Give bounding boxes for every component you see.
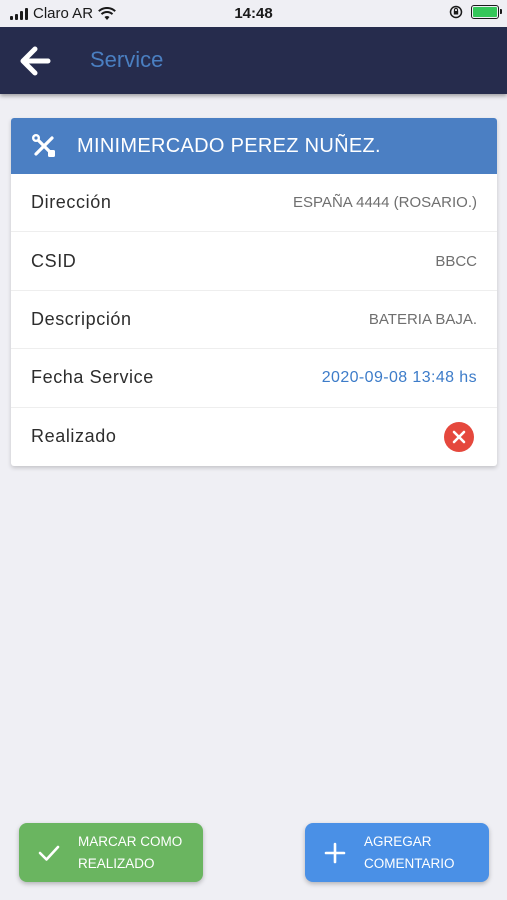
card-header: MINIMERCADO PEREZ NUÑEZ. — [11, 118, 497, 174]
plus-icon — [324, 842, 346, 863]
row-label: Dirección — [31, 192, 112, 213]
status-bar: Claro AR 14:48 — [0, 0, 507, 27]
card-title: MINIMERCADO PEREZ NUÑEZ. — [77, 134, 381, 157]
orientation-lock-icon — [449, 5, 463, 19]
mark-done-label: MARCAR COMO REALIZADO — [78, 831, 182, 875]
close-circle-icon — [444, 421, 474, 452]
mark-done-line2: REALIZADO — [78, 855, 155, 871]
add-comment-line2: COMENTARIO — [364, 855, 455, 871]
row-label: Fecha Service — [31, 367, 154, 388]
status-right — [449, 5, 502, 19]
row-realizado: Realizado — [11, 408, 497, 466]
mark-done-line1: MARCAR COMO — [78, 833, 183, 849]
add-comment-label: AGREGAR COMENTARIO — [364, 831, 455, 875]
row-csid: CSID BBCC — [11, 232, 497, 291]
row-direccion: Dirección ESPAÑA 4444 (ROSARIO.) — [11, 174, 497, 233]
service-date-link[interactable]: 2020-09-08 13:48 hs — [322, 369, 477, 387]
top-bar: Claro AR 14:48 Service — [0, 0, 507, 94]
row-value: ESPAÑA 4444 (ROSARIO.) — [293, 194, 477, 212]
row-label: Descripción — [31, 308, 132, 329]
back-button[interactable] — [18, 44, 52, 78]
battery-icon — [471, 5, 502, 19]
arrow-left-icon — [20, 46, 51, 76]
row-fecha-service: Fecha Service 2020-09-08 13:48 hs — [11, 349, 497, 408]
nav-bar: Service — [0, 27, 507, 94]
row-descripcion: Descripción BATERIA BAJA. — [11, 291, 497, 350]
page-title: Service — [90, 47, 164, 72]
row-value: BBCC — [435, 252, 477, 270]
add-comment-button[interactable]: AGREGAR COMENTARIO — [305, 823, 489, 882]
add-comment-line1: AGREGAR — [364, 833, 432, 849]
service-card: MINIMERCADO PEREZ NUÑEZ. Dirección ESPAÑ… — [11, 118, 497, 466]
row-label: CSID — [31, 250, 77, 271]
mark-done-button[interactable]: MARCAR COMO REALIZADO — [19, 823, 203, 882]
row-value: BATERIA BAJA. — [368, 310, 477, 328]
row-label: Realizado — [31, 426, 117, 447]
tools-icon — [32, 134, 55, 157]
check-icon — [38, 845, 60, 861]
status-time: 14:48 — [234, 5, 273, 22]
